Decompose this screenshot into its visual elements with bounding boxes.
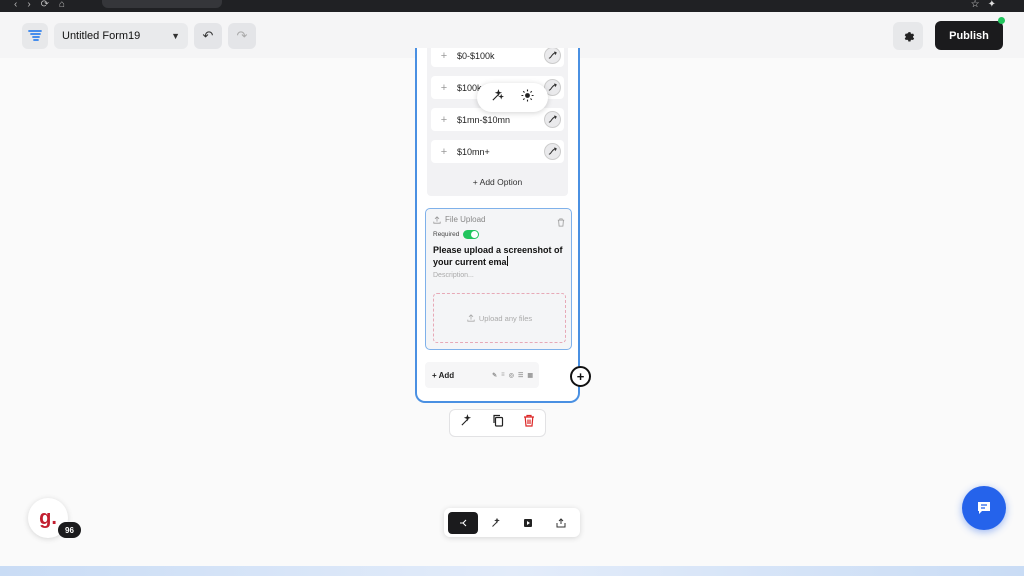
undo-icon: ↶ bbox=[202, 28, 214, 43]
bottom-toolbar bbox=[444, 508, 580, 537]
bottom-gradient-strip bbox=[0, 566, 1024, 576]
floating-tools-pill bbox=[477, 83, 548, 112]
edit-icon[interactable]: ✎ bbox=[492, 372, 497, 379]
branch-logic-icon[interactable] bbox=[544, 143, 561, 160]
branch-logic-icon[interactable] bbox=[544, 48, 561, 64]
browser-chrome: ‹›⟳⌂ ☆✦ bbox=[0, 0, 1024, 12]
option-label: $1mn-$10mn bbox=[457, 114, 511, 125]
required-toggle[interactable] bbox=[463, 230, 480, 239]
magic-wand-icon bbox=[491, 517, 500, 527]
form-title: Untitled Form19 bbox=[62, 30, 141, 42]
delete-icon[interactable] bbox=[523, 414, 535, 432]
redo-button[interactable]: ↷ bbox=[228, 23, 256, 49]
question-text: Please upload a screenshot of your curre… bbox=[433, 245, 563, 267]
file-upload-block[interactable]: File Upload Required Please upload a scr… bbox=[425, 208, 572, 350]
block-type-header: File Upload bbox=[433, 215, 485, 224]
add-block-label: + Add bbox=[432, 370, 455, 380]
grid-icon[interactable]: ▦ bbox=[527, 372, 533, 379]
plus-icon: + bbox=[440, 49, 448, 62]
add-option-button[interactable]: + Add Option bbox=[431, 170, 564, 194]
preview-tab[interactable] bbox=[513, 512, 543, 534]
block-type-label: File Upload bbox=[445, 215, 486, 224]
quick-add-icons[interactable]: ✎ ≡ ◎ ☰ ▦ bbox=[492, 372, 533, 379]
browser-extension-icons[interactable]: ☆✦ bbox=[971, 0, 1004, 10]
tornado-logo-icon bbox=[28, 30, 42, 41]
notification-badge: 96 bbox=[58, 522, 81, 538]
option-label: $0-$100k bbox=[457, 50, 495, 61]
plus-icon: + bbox=[440, 113, 448, 126]
plus-icon: + bbox=[576, 369, 585, 384]
question-input[interactable]: Please upload a screenshot of your curre… bbox=[433, 244, 563, 268]
branch-logic-icon[interactable] bbox=[544, 111, 561, 128]
magic-wand-icon[interactable] bbox=[491, 88, 505, 107]
option-label: $10mn+ bbox=[457, 146, 490, 157]
form-selector-dropdown[interactable]: Untitled Form19 ▼ bbox=[54, 23, 188, 49]
address-bar[interactable] bbox=[102, 0, 222, 8]
upload-icon bbox=[433, 215, 441, 224]
plus-icon: + bbox=[440, 81, 448, 94]
avatar-letter: g. bbox=[39, 506, 57, 529]
add-block-plus-button[interactable]: + bbox=[570, 366, 591, 387]
file-dropzone[interactable]: Upload any files bbox=[433, 293, 566, 343]
radio-icon[interactable]: ◎ bbox=[509, 372, 514, 379]
browser-nav-icons[interactable]: ‹›⟳⌂ bbox=[14, 0, 75, 10]
settings-button[interactable] bbox=[893, 22, 923, 50]
add-block-bar[interactable]: + Add ✎ ≡ ◎ ☰ ▦ bbox=[425, 362, 539, 388]
plus-icon: + bbox=[440, 145, 448, 158]
chat-bubble-icon bbox=[978, 502, 990, 514]
duplicate-icon[interactable] bbox=[492, 414, 504, 432]
option-row[interactable]: + $10mn+ bbox=[431, 140, 564, 163]
publish-button[interactable]: Publish bbox=[935, 21, 1003, 50]
chat-support-button[interactable] bbox=[962, 486, 1006, 530]
required-label: Required bbox=[433, 231, 460, 238]
dropzone-label: Upload any files bbox=[478, 313, 533, 323]
design-tab[interactable] bbox=[481, 512, 511, 534]
block-action-bar bbox=[449, 409, 546, 437]
magic-wand-icon[interactable] bbox=[460, 414, 473, 432]
upload-icon bbox=[467, 314, 475, 322]
preview-icon bbox=[524, 518, 533, 527]
app-logo-button[interactable] bbox=[22, 23, 48, 49]
chevron-down-icon: ▼ bbox=[171, 31, 180, 41]
description-input[interactable]: Description... bbox=[433, 272, 474, 279]
logic-flow-tab[interactable] bbox=[448, 511, 479, 534]
choice-options-card: + $0-$100k + $100k-$1mn + $1mn-$10mn + $… bbox=[427, 48, 568, 196]
undo-button[interactable]: ↶ bbox=[194, 23, 222, 49]
text-cursor bbox=[506, 256, 508, 266]
share-tab[interactable] bbox=[546, 512, 576, 534]
delete-block-icon[interactable] bbox=[557, 214, 565, 232]
gear-icon bbox=[904, 31, 914, 41]
required-toggle-row: Required bbox=[433, 230, 480, 239]
sun-theme-icon[interactable] bbox=[521, 88, 534, 107]
redo-icon: ↷ bbox=[236, 28, 248, 43]
share-nodes-icon bbox=[460, 519, 467, 526]
text-icon[interactable]: ≡ bbox=[501, 372, 505, 379]
share-icon bbox=[556, 517, 566, 527]
publish-status-dot bbox=[998, 17, 1005, 24]
option-row[interactable]: + $0-$100k bbox=[431, 48, 564, 67]
list-icon[interactable]: ☰ bbox=[518, 372, 523, 379]
